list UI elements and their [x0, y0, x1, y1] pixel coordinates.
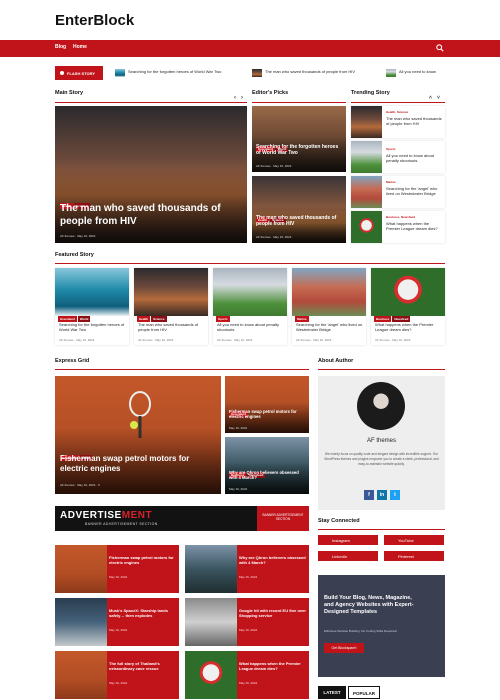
search-icon[interactable] [436, 44, 444, 52]
author-name[interactable]: AF themes [318, 438, 445, 444]
get-blockspare-button[interactable]: Get Blockspare! [324, 643, 364, 653]
section-title-about-author: About Author [318, 358, 354, 364]
linkedin-icon[interactable]: in [377, 490, 387, 500]
featured-title[interactable]: Searching for the forgotten heroes of Wo… [59, 322, 127, 332]
section-underline [55, 263, 445, 264]
section-underline [252, 102, 346, 103]
editors-pick-title[interactable]: Searching for the forgotten heroes of Wo… [256, 144, 342, 157]
nav-item-home[interactable]: Home [73, 44, 87, 50]
tab-popular[interactable]: POPULAR [348, 686, 380, 699]
trending-thumb [351, 141, 382, 173]
express-small-card[interactable]: Greenland Fisherman swap petrol motors f… [225, 376, 309, 433]
featured-card[interactable]: Greenland World Searching for the forgott… [55, 268, 129, 345]
flash-story-ticker: FLASH STORY Searching for the forgotten … [55, 66, 445, 80]
flash-item[interactable]: All you need to know [399, 69, 436, 74]
express-list-title[interactable]: Google hit with record EU fine over Shop… [239, 608, 307, 619]
trending-category[interactable]: Business, Newsfeed [386, 215, 415, 219]
express-list-title[interactable]: Why are Qhron believers obsessed with 4 … [239, 555, 307, 566]
express-list-item[interactable]: Why are Qhron believers obsessed with 4 … [185, 545, 309, 593]
main-navbar: Blog Home [0, 40, 500, 57]
express-big-title[interactable]: Fisherman swap petrol motors for electri… [60, 454, 216, 474]
express-small-title[interactable]: Why are Qhron believers obsessed with 4 … [229, 470, 307, 481]
trending-title[interactable]: All you need to know about penalty shoot… [386, 153, 442, 163]
featured-card[interactable]: Sports All you need to know about penalt… [213, 268, 287, 345]
express-big-card[interactable]: Greenland World Fisherman swap petrol mot… [55, 376, 221, 494]
section-title-stay-connected: Stay Connected [318, 518, 360, 524]
trending-item[interactable]: Marine Searching for the 'angel' who liv… [351, 176, 445, 208]
pinterest-button[interactable]: Pinterest [384, 551, 444, 561]
trending-title[interactable]: The man who saved thousands of people fr… [386, 116, 442, 126]
section-underline [351, 102, 445, 103]
nav-item-blog[interactable]: Blog [55, 44, 66, 50]
express-list-title[interactable]: Musk's SpaceX: Starship lands safely… th… [109, 608, 177, 619]
chevron-up-icon[interactable]: ˄ [429, 95, 432, 101]
express-list-item[interactable]: Fisherman swap petrol motors for electri… [55, 545, 179, 593]
express-list-title[interactable]: Fisherman swap petrol motors for electri… [109, 555, 177, 566]
trending-thumb [351, 176, 382, 208]
express-small-card[interactable]: Business Newsfeed Why are Qhron believers… [225, 437, 309, 494]
express-list-item[interactable]: Google hit with record EU fine over Shop… [185, 598, 309, 646]
main-story-meta: AF themes · May 16, 2024 [60, 234, 96, 238]
flash-thumb[interactable] [386, 69, 396, 77]
author-description: We mainly focus on quality code and eleg… [324, 452, 439, 466]
featured-title[interactable]: All you need to know about penalty shoot… [217, 322, 285, 332]
featured-title[interactable]: What happens when the Premier League dre… [375, 322, 443, 332]
section-title-featured-story: Featured Story [55, 252, 94, 258]
twitter-icon[interactable]: t [390, 490, 400, 500]
express-list-item[interactable]: What happens when the Premier League dre… [185, 651, 309, 699]
trending-item[interactable]: Business, Newsfeed What happens when the… [351, 211, 445, 243]
trending-item[interactable]: Health, Science The man who saved thousa… [351, 106, 445, 138]
trending-title[interactable]: Searching for the 'angel' who lived on W… [386, 186, 442, 196]
flash-thumb[interactable] [115, 69, 125, 77]
trending-category[interactable]: Health, Science [386, 110, 408, 114]
express-list-title[interactable]: What happens when the Premier League dre… [239, 661, 307, 672]
express-list-title[interactable]: The full story of Thailand's extraordina… [109, 661, 177, 672]
flash-item[interactable]: Searching for the forgotten heroes of Wo… [128, 69, 221, 74]
section-underline [318, 529, 445, 530]
flash-thumb[interactable] [252, 69, 262, 77]
section-title-express-grid: Express Grid [55, 358, 90, 364]
main-story-title[interactable]: The man who saved thousands of people fr… [60, 203, 240, 228]
trending-thumb [351, 106, 382, 138]
advertisement-banner[interactable]: ADVERTISEMENT BANNER ADVERTISEMENT SECTI… [55, 506, 309, 531]
featured-title[interactable]: The man who saved thousands of people fr… [138, 322, 206, 332]
express-list-item[interactable]: The full story of Thailand's extraordina… [55, 651, 179, 699]
site-logo[interactable]: EnterBlock [55, 12, 134, 29]
express-small-title[interactable]: Fisherman swap petrol motors for electri… [229, 409, 307, 420]
trending-category[interactable]: Marine [386, 180, 396, 184]
trending-thumb [351, 211, 382, 243]
instagram-button[interactable]: Instagram [318, 535, 378, 545]
section-title-main-story: Main Story [55, 90, 84, 96]
featured-title[interactable]: Searching for the 'angel' who lived on W… [296, 322, 364, 332]
featured-card[interactable]: Business Newsfeed What happens when the P… [371, 268, 445, 345]
trending-category[interactable]: Sports [386, 147, 396, 151]
section-title-editors-picks: Editor's Picks [252, 90, 289, 96]
editors-pick-title[interactable]: The man who saved thousands of people fr… [256, 215, 342, 228]
tab-latest[interactable]: LATEST [318, 686, 346, 699]
express-list-item[interactable]: Musk's SpaceX: Starship lands safely… th… [55, 598, 179, 646]
flash-item[interactable]: The man who saved thousands of people fr… [265, 69, 355, 74]
blockspare-ad[interactable]: Build Your Blog, News, Magazine, and Age… [318, 575, 445, 677]
linkedin-button[interactable]: LinkedIn [318, 551, 378, 561]
section-title-trending-story: Trending Story [351, 90, 390, 96]
section-underline [318, 369, 445, 370]
flash-story-badge: FLASH STORY [55, 66, 103, 80]
chevron-down-icon[interactable]: ˅ [437, 95, 440, 101]
chevron-left-icon[interactable]: ‹ [234, 95, 236, 101]
avatar [357, 382, 405, 430]
youtube-button[interactable]: YouTube [384, 535, 444, 545]
featured-card[interactable]: Health Science The man who saved thousand… [134, 268, 208, 345]
chevron-right-icon[interactable]: › [241, 95, 243, 101]
trending-title[interactable]: What happens when the Premier League dre… [386, 221, 442, 231]
section-underline [55, 369, 309, 370]
featured-card[interactable]: Marine Searching for the 'angel' who liv… [292, 268, 366, 345]
editors-pick-card[interactable]: Greenland World Searching for the forgott… [252, 106, 346, 172]
editors-pick-card[interactable]: Health Science The man who saved thousand… [252, 176, 346, 243]
main-story-card[interactable]: Health Science The man who saved thousand… [55, 106, 247, 243]
section-underline [55, 102, 247, 103]
trending-item[interactable]: Sports All you need to know about penalt… [351, 141, 445, 173]
facebook-icon[interactable]: f [364, 490, 374, 500]
